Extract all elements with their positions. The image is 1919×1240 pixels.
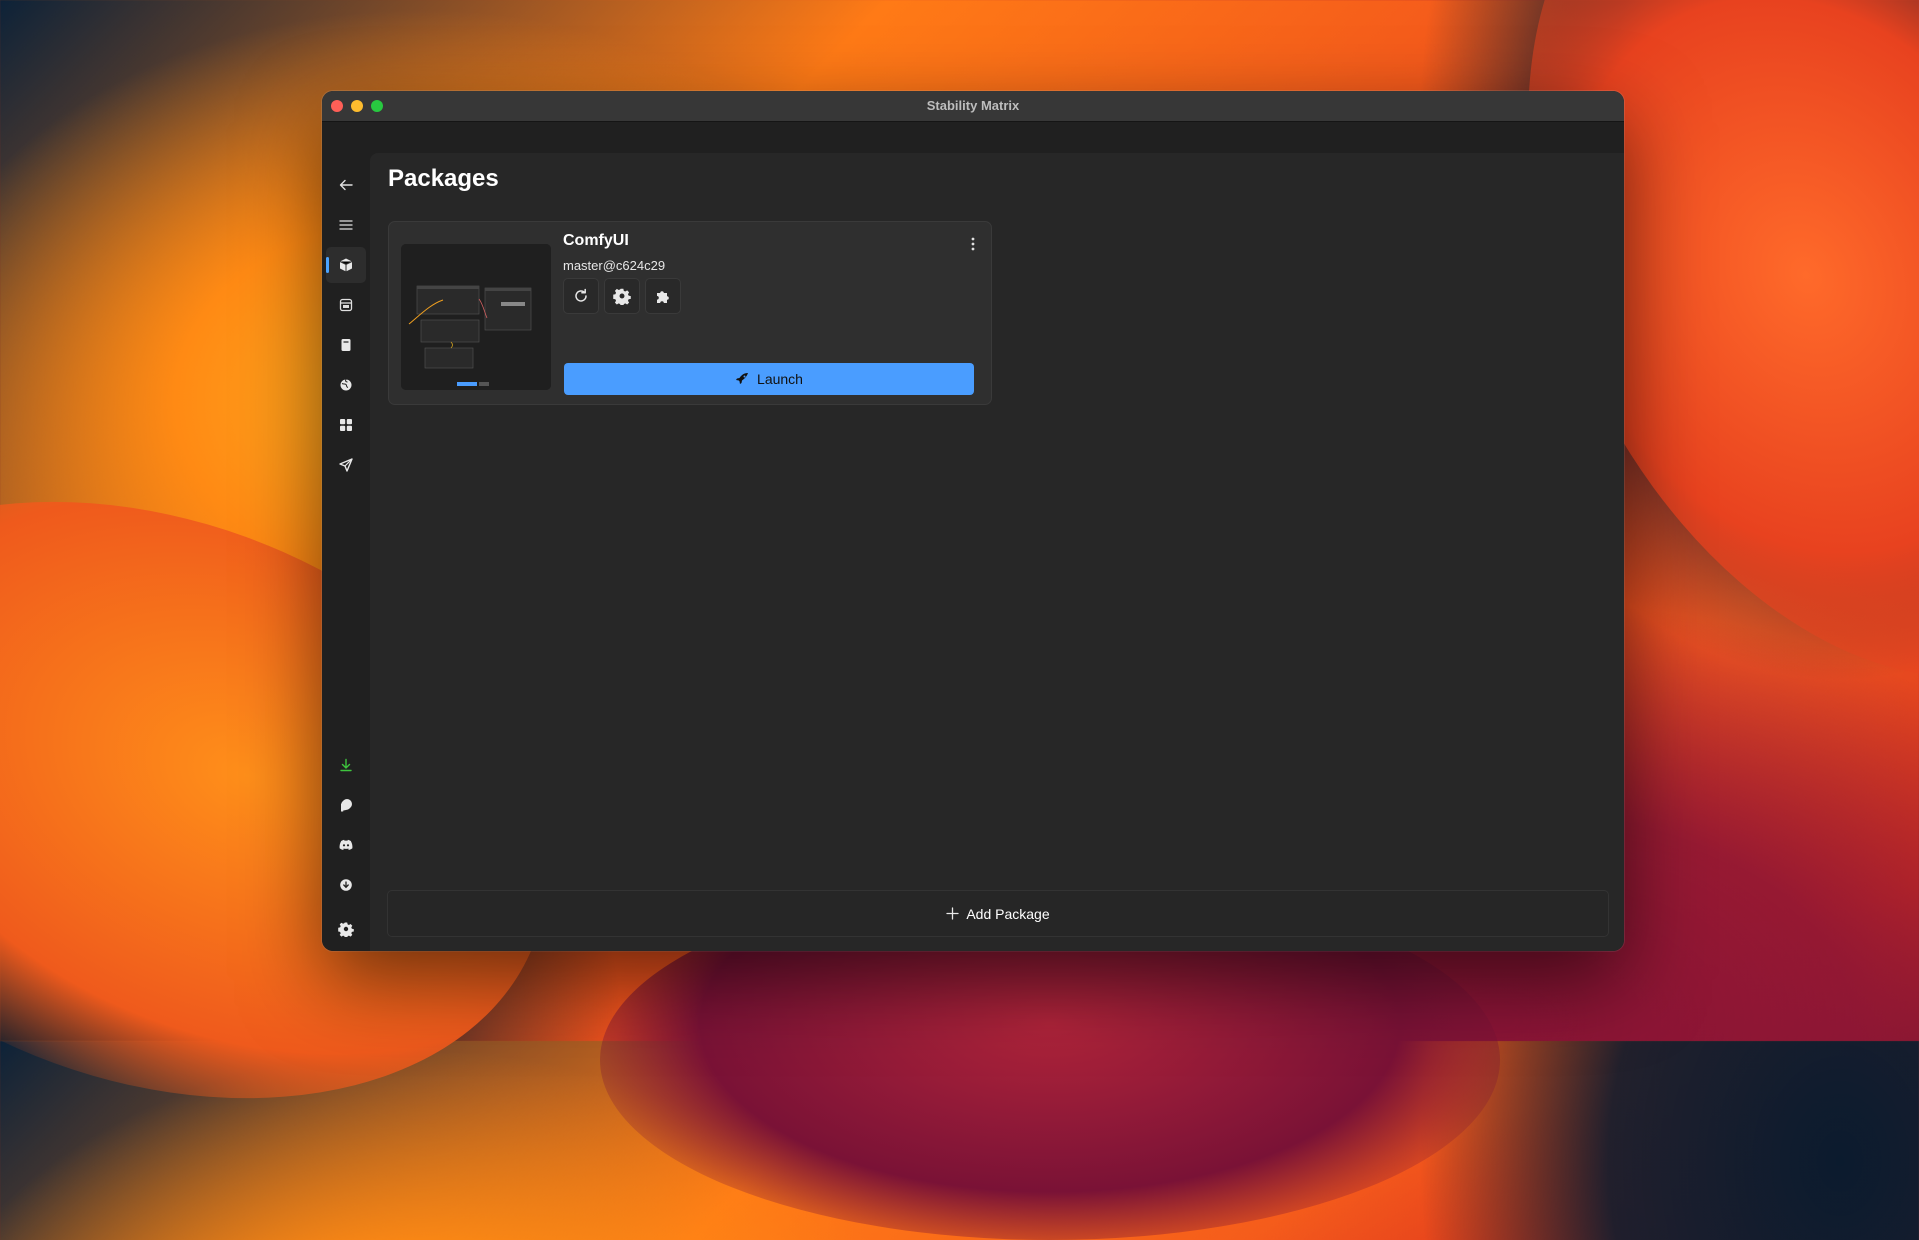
arrow-circle-down-icon (340, 879, 352, 891)
notebook-icon (341, 339, 351, 351)
extensions-button[interactable] (645, 278, 681, 314)
package-name: ComfyUI (563, 232, 629, 249)
hamburger-icon (339, 220, 353, 230)
download-icon (340, 758, 352, 772)
sidebar-item-model-browser[interactable] (326, 367, 366, 403)
package-settings-button[interactable] (604, 278, 640, 314)
sidebar-item-inference[interactable] (326, 287, 366, 323)
sidebar-item-patreon[interactable] (326, 787, 366, 823)
puzzle-icon (657, 291, 669, 303)
update-package-button[interactable] (563, 278, 599, 314)
plus-icon (946, 907, 959, 920)
menu-button[interactable] (326, 207, 366, 243)
package-version: master@c624c29 (563, 258, 666, 273)
discord-icon (339, 839, 353, 850)
launch-label: Launch (757, 371, 803, 387)
back-button[interactable] (326, 167, 366, 203)
send-icon (339, 458, 353, 472)
main-content: Packages ComfyUI master@c624c29 Launch A… (370, 153, 1624, 951)
sidebar-item-workflows[interactable] (326, 407, 366, 443)
package-menu-button[interactable] (961, 232, 985, 256)
patreon-icon (341, 799, 352, 812)
add-package-button[interactable]: Add Package (387, 890, 1609, 937)
launch-button[interactable]: Launch (564, 363, 974, 395)
sidebar-item-update[interactable] (326, 867, 366, 903)
sidebar-item-downloads[interactable] (326, 747, 366, 783)
gear-icon (338, 922, 354, 937)
sidebar-item-settings[interactable] (326, 911, 366, 947)
globe-icon (340, 379, 352, 391)
toolbar-area (322, 122, 1624, 154)
sidebar-item-checkpoints[interactable] (326, 327, 366, 363)
grid-icon (340, 419, 352, 431)
comfyui-preview-image (401, 244, 551, 390)
sidebar (322, 153, 370, 951)
app-window: Stability Matrix Packages ComfyUI master… (322, 91, 1624, 951)
sidebar-item-packages[interactable] (326, 247, 366, 283)
page-title: Packages (388, 165, 499, 192)
gear-icon (613, 288, 631, 305)
more-vertical-icon (971, 237, 975, 251)
window-title: Stability Matrix (926, 98, 1020, 113)
window-icon (339, 298, 353, 312)
refresh-icon (575, 288, 587, 302)
sidebar-item-discord[interactable] (326, 827, 366, 863)
package-card: ComfyUI master@c624c29 Launch (388, 221, 992, 405)
package-box-icon (339, 258, 353, 272)
sidebar-item-output-sharing[interactable] (326, 447, 366, 483)
arrow-left-icon (339, 179, 353, 191)
title-bar: Stability Matrix (322, 91, 1624, 122)
rocket-icon (736, 373, 749, 384)
package-thumbnail (401, 244, 551, 390)
add-package-label: Add Package (966, 905, 1050, 922)
